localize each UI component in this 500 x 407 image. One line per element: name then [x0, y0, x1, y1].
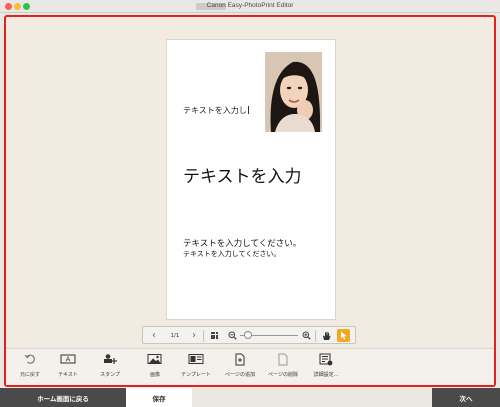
image-label: 画像: [149, 372, 160, 378]
advanced-settings-button[interactable]: 詳細設定...: [304, 353, 348, 383]
add-page-icon: [218, 353, 262, 369]
image-icon: [133, 353, 177, 369]
settings-icon: [304, 353, 348, 369]
template-button[interactable]: テンプレート: [174, 353, 218, 383]
add-page-button[interactable]: ページの追加: [218, 353, 262, 383]
template-icon: [174, 353, 218, 369]
advanced-settings-label: 詳細設定...: [313, 372, 339, 378]
stamp-label: スタンプ: [100, 372, 120, 378]
delete-page-button[interactable]: ページの削除: [261, 353, 305, 383]
bottom-action-bar: ホーム画面に戻る 保存 次へ: [0, 388, 500, 407]
highlight-frame: [4, 15, 496, 387]
stamp-button[interactable]: スタンプ: [88, 353, 132, 383]
text-icon: A: [46, 353, 90, 369]
stamp-icon: [88, 353, 132, 369]
delete-page-label: ページの削除: [268, 372, 298, 378]
template-label: テンプレート: [181, 372, 211, 378]
image-button[interactable]: 画像: [133, 353, 177, 383]
delete-page-icon: [261, 353, 305, 369]
window-title: Canon Easy-PhotoPrint Editor: [206, 2, 294, 9]
text-button[interactable]: A テキスト: [46, 353, 90, 383]
back-to-home-button[interactable]: ホーム画面に戻る: [0, 388, 126, 407]
title-bar: Canon Easy-PhotoPrint Editor: [0, 0, 500, 13]
next-button[interactable]: 次へ: [432, 388, 500, 407]
svg-text:A: A: [66, 356, 71, 364]
edit-toolbar: 元に戻す A テキスト スタンプ 画像 テンプレート ページの追加 ページの削除…: [6, 348, 494, 385]
add-page-label: ページの追加: [225, 372, 255, 378]
text-label: テキスト: [58, 372, 78, 378]
save-button[interactable]: 保存: [126, 388, 192, 407]
